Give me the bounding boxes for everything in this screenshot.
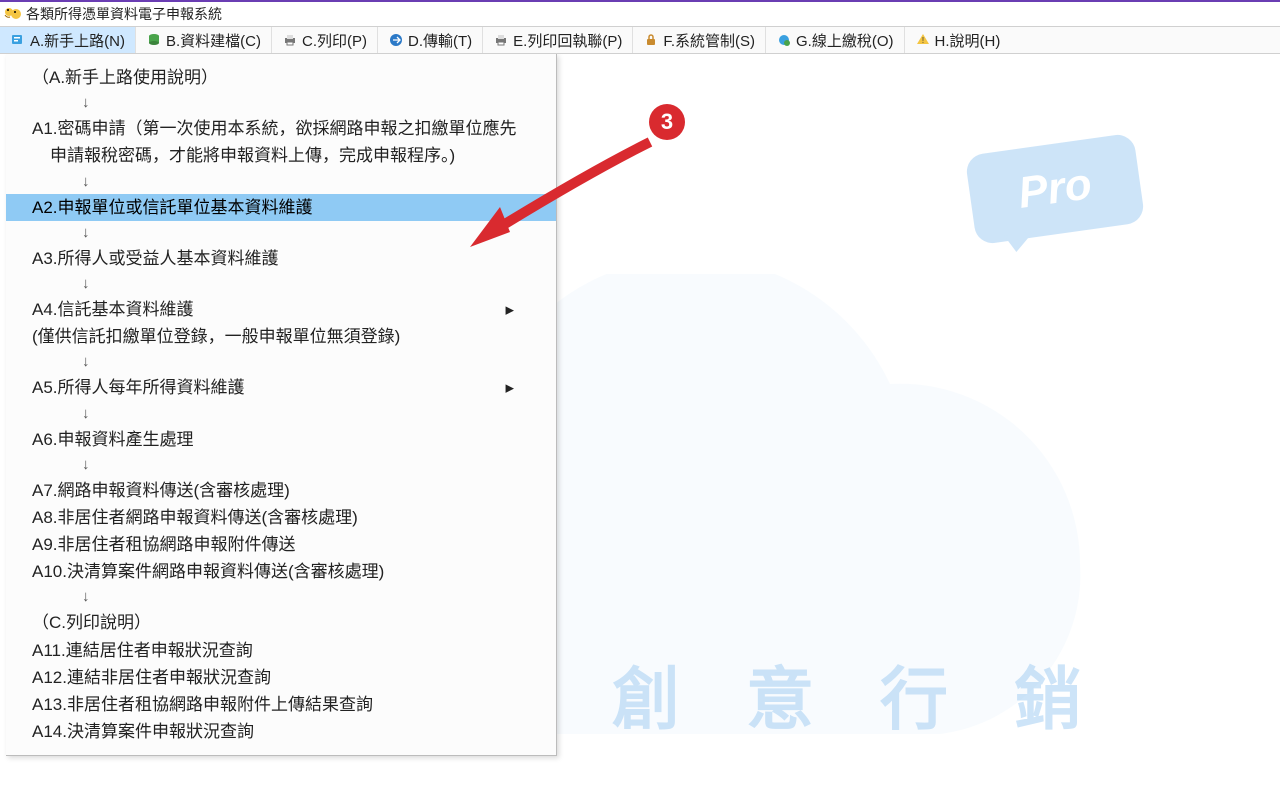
app-icon	[4, 5, 22, 23]
flow-arrow-icon: ↓	[6, 350, 556, 374]
menu-bar: A.新手上路(N) B.資料建檔(C) C.列印(P) D.傳輸(T) E.列印…	[0, 26, 1280, 54]
flow-arrow-icon: ↓	[6, 91, 556, 115]
menu-a-newbie[interactable]: A.新手上路(N)	[0, 27, 135, 53]
menu-label: A.新手上路(N)	[30, 30, 125, 51]
svg-text:!: !	[921, 36, 923, 45]
menu-item-c-print-intro[interactable]: （C.列印說明）	[6, 609, 556, 636]
menu-d-transfer[interactable]: D.傳輸(T)	[378, 27, 482, 53]
menu-item-a4-note: (僅供信託扣繳單位登錄，一般申報單位無須登錄)	[6, 323, 556, 350]
receipt-icon	[493, 32, 509, 48]
client-area: Pro 分享家創意行銷 （A.新手上路使用說明） ↓ A1.密碼申請（第一次使用…	[0, 54, 1280, 812]
menu-item-a1-password-cont: 申請報稅密碼，才能將申報資料上傳，完成申報程序。)	[6, 142, 556, 169]
transfer-icon	[388, 32, 404, 48]
menu-item-a8-nonresident-upload[interactable]: A8.非居住者網路申報資料傳送(含審核處理)	[6, 504, 556, 531]
flow-arrow-icon: ↓	[6, 585, 556, 609]
menu-label: F.系統管制(S)	[663, 30, 755, 51]
menu-label: H.說明(H)	[935, 30, 1001, 51]
online-pay-icon	[776, 32, 792, 48]
menu-item-a2-unit-data[interactable]: A2.申報單位或信託單位基本資料維護	[6, 194, 556, 221]
menu-h-help[interactable]: ! H.說明(H)	[905, 27, 1011, 53]
wizard-icon	[10, 32, 26, 48]
menu-e-print-receipt[interactable]: E.列印回執聯(P)	[483, 27, 632, 53]
flow-arrow-icon: ↓	[6, 453, 556, 477]
menu-label: D.傳輸(T)	[408, 30, 472, 51]
flow-arrow-icon: ↓	[6, 272, 556, 296]
submenu-arrow-icon: ▸	[505, 296, 514, 323]
menu-label: G.線上繳稅(O)	[796, 30, 894, 51]
database-icon	[146, 32, 162, 48]
menu-f-system[interactable]: F.系統管制(S)	[633, 27, 765, 53]
menu-item-a9-nonresident-attachment[interactable]: A9.非居住者租協網路申報附件傳送	[6, 531, 556, 558]
menu-item-a12-nonresident-status[interactable]: A12.連結非居住者申報狀況查詢	[6, 664, 556, 691]
menu-label: E.列印回執聯(P)	[513, 30, 622, 51]
lock-icon	[643, 32, 659, 48]
menu-b-data[interactable]: B.資料建檔(C)	[136, 27, 271, 53]
menu-item-a10-settlement-upload[interactable]: A10.決清算案件網路申報資料傳送(含審核處理)	[6, 558, 556, 585]
watermark-pro-badge: Pro	[965, 133, 1146, 246]
menu-item-a4-trust[interactable]: A4.信託基本資料維護 ▸	[6, 296, 556, 323]
menu-item-a-intro[interactable]: （A.新手上路使用說明）	[6, 64, 556, 91]
menu-c-print[interactable]: C.列印(P)	[272, 27, 377, 53]
menu-item-label: A5.所得人每年所得資料維護	[32, 378, 245, 397]
flow-arrow-icon: ↓	[6, 221, 556, 245]
menu-item-a14-settlement-status[interactable]: A14.決清算案件申報狀況查詢	[6, 718, 556, 745]
help-icon: !	[915, 32, 931, 48]
watermark-pro-text: Pro	[1015, 159, 1095, 219]
menu-item-a6-generate[interactable]: A6.申報資料產生處理	[6, 426, 556, 453]
menu-item-label: A4.信託基本資料維護	[32, 300, 194, 319]
menu-item-a3-beneficiary[interactable]: A3.所得人或受益人基本資料維護	[6, 245, 556, 272]
callout-step-number: 3	[649, 104, 685, 140]
menu-item-a1-password[interactable]: A1.密碼申請（第一次使用本系統，欲採網路申報之扣繳單位應先	[6, 115, 556, 142]
flow-arrow-icon: ↓	[6, 170, 556, 194]
menu-item-a5-yearly-income[interactable]: A5.所得人每年所得資料維護 ▸	[6, 374, 556, 401]
menu-item-a7-upload[interactable]: A7.網路申報資料傳送(含審核處理)	[6, 477, 556, 504]
menu-item-a11-resident-status[interactable]: A11.連結居住者申報狀況查詢	[6, 637, 556, 664]
menu-item-a13-attachment-result[interactable]: A13.非居住者租協網路申報附件上傳結果查詢	[6, 691, 556, 718]
title-bar: 各類所得憑單資料電子申報系統	[0, 0, 1280, 26]
menu-g-online-pay[interactable]: G.線上繳稅(O)	[766, 27, 904, 53]
menu-label: B.資料建檔(C)	[166, 30, 261, 51]
menu-a-dropdown: （A.新手上路使用說明） ↓ A1.密碼申請（第一次使用本系統，欲採網路申報之扣…	[6, 54, 557, 756]
flow-arrow-icon: ↓	[6, 402, 556, 426]
submenu-arrow-icon: ▸	[505, 374, 514, 401]
menu-label: C.列印(P)	[302, 30, 367, 51]
window-title: 各類所得憑單資料電子申報系統	[26, 4, 222, 24]
printer-icon	[282, 32, 298, 48]
